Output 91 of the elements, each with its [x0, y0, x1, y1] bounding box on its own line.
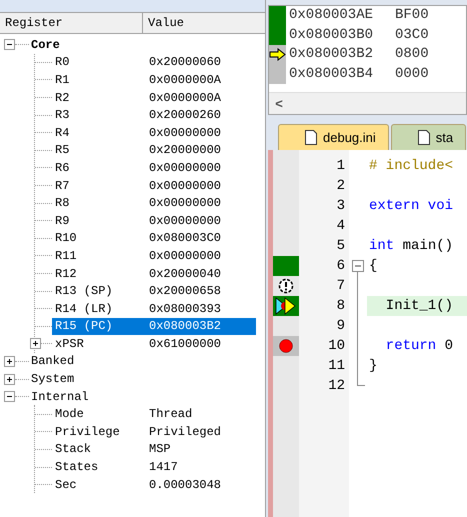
code-text: extern voi	[369, 196, 454, 216]
register-value[interactable]: 0x00000000	[144, 176, 256, 194]
address-text: 0x080003B2	[289, 45, 374, 64]
tree-node[interactable]: Internal	[31, 388, 89, 406]
register-name[interactable]: xPSR	[52, 335, 144, 353]
register-value[interactable]: 0x20000658	[144, 282, 256, 300]
line-number: 9	[336, 317, 346, 336]
register-value[interactable]: Thread	[144, 405, 256, 424]
opcode-text: BF00	[395, 6, 429, 26]
register-name[interactable]: R4	[52, 124, 144, 142]
tree-node[interactable]: Banked	[31, 352, 74, 370]
opcode-text: 03C0	[395, 26, 429, 45]
register-name[interactable]: R3	[52, 106, 144, 124]
register-name[interactable]: R2	[52, 88, 144, 106]
column-header[interactable]: Value	[143, 13, 265, 33]
register-name[interactable]: R7	[52, 176, 144, 194]
code-text: 0	[444, 336, 454, 356]
register-name[interactable]: R9	[52, 212, 144, 230]
line-number: 12	[327, 377, 346, 396]
line-number: 8	[336, 297, 346, 316]
register-value[interactable]: 0x00000000	[144, 247, 256, 265]
column-header[interactable]: Register	[0, 13, 143, 33]
register-name[interactable]: R12	[52, 264, 144, 282]
collapse-icon[interactable]	[4, 391, 15, 402]
code-text: {	[369, 256, 378, 276]
line-number: 10	[327, 337, 346, 356]
register-value[interactable]: 0x00000000	[144, 212, 256, 230]
tree-node[interactable]: Core	[31, 36, 60, 54]
register-value[interactable]: 1417	[144, 458, 256, 476]
file-tab[interactable]: debug.ini	[278, 124, 389, 150]
file-tab[interactable]: sta	[390, 124, 466, 150]
line-number: 1	[336, 157, 346, 176]
register-name[interactable]: R5	[52, 142, 144, 160]
register-value[interactable]: 0x61000000	[144, 335, 256, 353]
register-name[interactable]: Stack	[52, 440, 144, 458]
register-value[interactable]: 0x00000000	[144, 124, 256, 142]
collapse-icon[interactable]	[4, 39, 15, 50]
document-icon	[305, 130, 317, 145]
code-text: # include<	[369, 156, 454, 176]
register-name[interactable]: R11	[52, 247, 144, 265]
opcode-text: 0000	[395, 64, 429, 84]
register-name[interactable]: Sec	[52, 476, 144, 494]
register-name[interactable]: R15 (PC)	[52, 318, 144, 336]
line-number: 7	[336, 277, 346, 296]
register-name[interactable]: R6	[52, 159, 144, 177]
arrow-icon	[269, 48, 286, 62]
register-name[interactable]: R1	[52, 71, 144, 89]
register-value[interactable]: 0x20000040	[144, 264, 256, 282]
register-value[interactable]: 0x00000000	[144, 159, 256, 177]
register-value[interactable]: Privileged	[144, 423, 256, 441]
scroll-left-button[interactable]: <	[269, 93, 289, 114]
register-name[interactable]: R10	[52, 230, 144, 248]
code-text: main()	[402, 236, 454, 256]
register-value[interactable]: 0x080003B2	[144, 318, 256, 336]
document-icon	[418, 130, 430, 145]
expand-icon[interactable]	[30, 338, 41, 350]
line-number: 3	[336, 197, 346, 216]
register-name[interactable]: States	[52, 458, 144, 476]
register-name[interactable]: Privilege	[52, 423, 144, 441]
register-value[interactable]: 0.00003048	[144, 476, 256, 494]
line-number: 11	[327, 357, 346, 376]
expand-icon[interactable]	[4, 356, 15, 367]
line-number: 2	[336, 177, 346, 196]
register-value[interactable]: 0x080003C0	[144, 230, 256, 248]
expand-icon[interactable]	[4, 374, 15, 385]
line-number: 6	[336, 257, 346, 276]
tree-node[interactable]: System	[31, 370, 74, 388]
register-name[interactable]: R13 (SP)	[52, 282, 144, 300]
address-text: 0x080003B0	[289, 26, 374, 45]
register-value[interactable]: MSP	[144, 440, 256, 458]
register-value[interactable]: 0x00000000	[144, 194, 256, 212]
line-number: 5	[336, 237, 346, 256]
code-text: Init_1()	[384, 296, 454, 316]
address-text: 0x080003B4	[289, 64, 374, 84]
opcode-text: 0800	[395, 45, 429, 64]
code-text: int	[369, 236, 394, 256]
register-name[interactable]: Mode	[52, 405, 144, 424]
code-text: return	[384, 336, 436, 356]
collapse-icon[interactable]	[352, 260, 364, 272]
register-value[interactable]: 0x20000260	[144, 106, 256, 124]
register-value[interactable]: 0x0000000A	[144, 88, 256, 106]
register-name[interactable]: R8	[52, 194, 144, 212]
register-value[interactable]: 0x20000060	[144, 54, 256, 72]
code-text: }	[369, 356, 378, 376]
register-name[interactable]: R14 (LR)	[52, 300, 144, 318]
line-number: 4	[336, 217, 346, 236]
register-name[interactable]: R0	[52, 54, 144, 72]
address-text: 0x080003AE	[289, 6, 374, 26]
register-value[interactable]: 0x0000000A	[144, 71, 256, 89]
register-value[interactable]: 0x08000393	[144, 300, 256, 318]
register-value[interactable]: 0x20000000	[144, 142, 256, 160]
